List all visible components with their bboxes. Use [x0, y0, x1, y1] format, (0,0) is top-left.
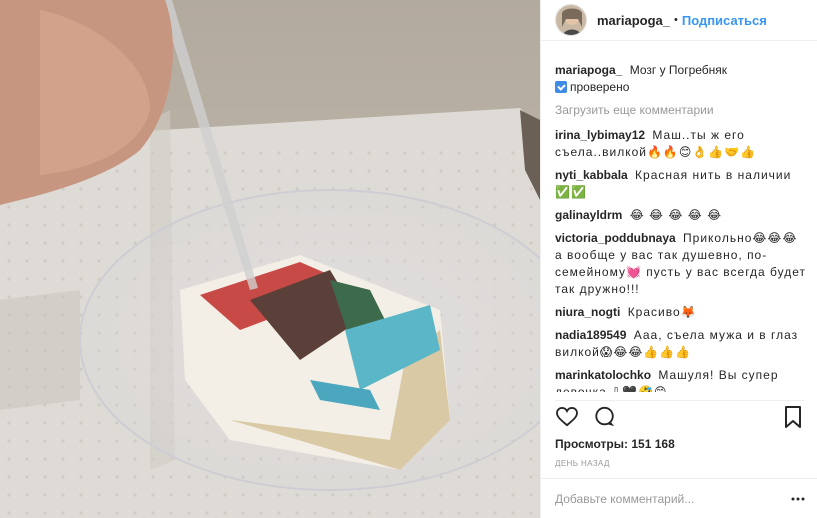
views-count[interactable]: Просмотры: 151 168: [555, 437, 675, 451]
comment-item: irina_lybimay12 Маш..ты ж его съела..вил…: [555, 127, 807, 161]
action-bar: [555, 400, 805, 428]
header-separator: •: [673, 14, 678, 26]
add-comment-bar: [541, 478, 817, 518]
heart-icon[interactable]: [555, 405, 579, 429]
video-frame: [0, 0, 540, 518]
load-more-comments[interactable]: Загрузить еще комментарии: [555, 102, 807, 119]
comment-text: 😂 😂 😂 😂 😂: [629, 208, 723, 222]
comment-text: Красиво🦊: [627, 305, 697, 319]
post-timestamp[interactable]: день назад: [555, 459, 610, 468]
comment-username[interactable]: nadia189549: [555, 328, 626, 342]
comment-username[interactable]: victoria_poddubnaya: [555, 231, 676, 245]
comment-username[interactable]: galinayldrm: [555, 208, 622, 222]
comments-list: mariapoga_ Мозг у Погребняк проверено За…: [555, 62, 807, 392]
comment-item: galinayldrm 😂 😂 😂 😂 😂: [555, 207, 807, 224]
comment-username[interactable]: niura_nogti: [555, 305, 620, 319]
avatar[interactable]: [555, 4, 587, 36]
comment-item: nadia189549 Ааа, съела мужа и в глаз вил…: [555, 327, 807, 361]
comment-username[interactable]: nyti_kabbala: [555, 168, 628, 182]
more-dots-icon[interactable]: [791, 492, 805, 506]
follow-button[interactable]: Подписаться: [682, 13, 767, 28]
comment-item: nyti_kabbala Красная нить в наличии ✅✅: [555, 167, 807, 201]
caption-line2: проверено: [570, 80, 630, 94]
post-video[interactable]: [0, 0, 540, 518]
check-badge-icon: [555, 81, 567, 93]
views-value: 151 168: [631, 437, 675, 451]
caption: mariapoga_ Мозг у Погребняк проверено: [555, 62, 807, 96]
comment-item: niura_nogti Красиво🦊: [555, 304, 807, 321]
post-header: mariapoga_ • Подписаться: [541, 0, 817, 41]
comment-icon[interactable]: [593, 405, 617, 429]
caption-username[interactable]: mariapoga_: [555, 63, 622, 77]
post-sidebar: mariapoga_ • Подписаться mariapoga_ Мозг…: [540, 0, 817, 518]
comment-item: victoria_poddubnaya Прикольно😂😂😂 а вообщ…: [555, 230, 807, 298]
bookmark-icon[interactable]: [781, 405, 805, 429]
header-username[interactable]: mariapoga_: [597, 13, 670, 28]
views-label: Просмотры:: [555, 437, 629, 451]
comment-item: marinkatolochko Машуля! Вы супер девочка…: [555, 367, 807, 392]
comment-username[interactable]: marinkatolochko: [555, 368, 651, 382]
comment-input[interactable]: [555, 491, 791, 506]
caption-text: Мозг у Погребняк: [629, 63, 728, 77]
comment-username[interactable]: irina_lybimay12: [555, 128, 645, 142]
